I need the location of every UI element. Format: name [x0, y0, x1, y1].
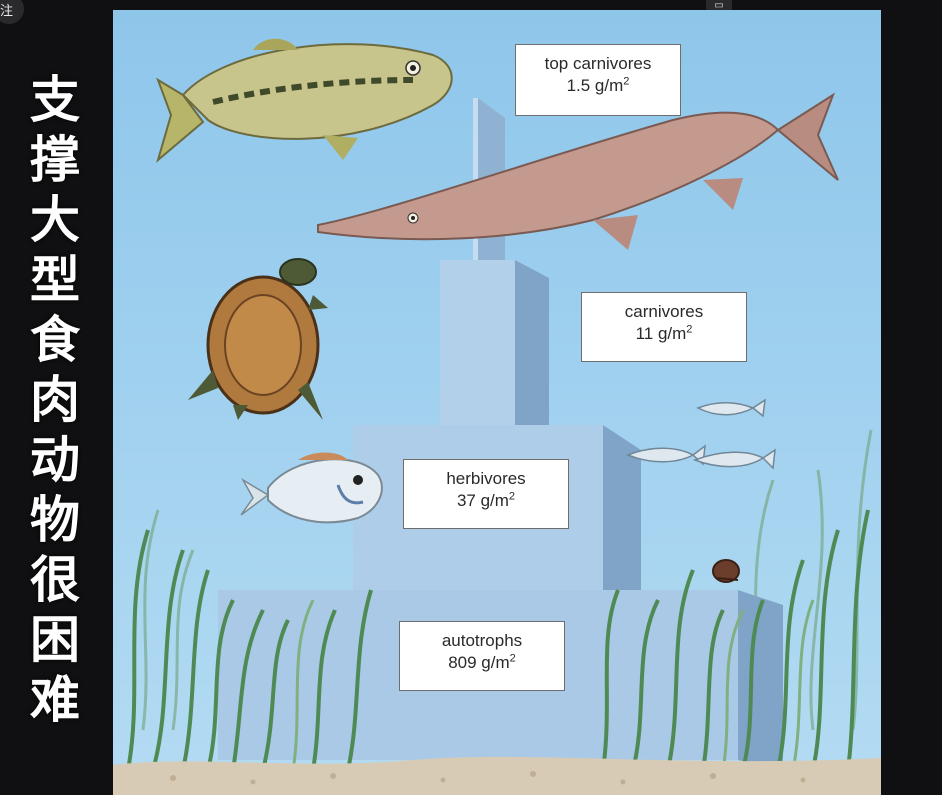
side-title-char: 支 — [30, 71, 80, 129]
snail-illustration — [712, 559, 740, 583]
side-title-char: 撑 — [30, 131, 80, 189]
biomass-pyramid-diagram: top carnivores 1.5 g/m2 carnivores 11 g/… — [113, 10, 881, 795]
level-biomass: 11 g/m2 — [635, 323, 693, 343]
bass-fish-illustration — [156, 38, 453, 163]
side-title-char: 型 — [30, 251, 80, 309]
side-title-char: 肉 — [30, 371, 80, 429]
carnivores-label: carnivores 11 g/m2 — [581, 292, 747, 362]
level-biomass: 37 g/m2 — [456, 490, 516, 510]
side-title-char: 难 — [30, 671, 80, 729]
autotrophs-label: autotrophs 809 g/m2 — [399, 621, 565, 691]
annotation-badge[interactable]: 注 — [0, 0, 24, 24]
side-title-char: 物 — [30, 491, 80, 549]
side-title-char: 困 — [30, 611, 80, 669]
top-carnivores-label: top carnivores 1.5 g/m2 — [515, 44, 681, 116]
level-name: autotrophs — [441, 631, 523, 650]
side-title-char: 大 — [30, 191, 80, 249]
autotrophs-block-side — [738, 590, 783, 770]
slide-viewer: 注 ▭ 支 撑 大 型 食 肉 动 物 很 困 难 top carnivores… — [0, 0, 942, 795]
sunfish-illustration — [240, 452, 383, 524]
herbivores-label: herbivores 37 g/m2 — [403, 459, 569, 529]
carnivores-block-side — [515, 260, 549, 425]
level-name: top carnivores — [544, 54, 652, 73]
side-title: 支 撑 大 型 食 肉 动 物 很 困 难 — [0, 70, 110, 730]
level-name: herbivores — [446, 469, 526, 488]
level-biomass: 809 g/m2 — [448, 652, 516, 672]
turtle-illustration — [188, 258, 328, 420]
side-title-char: 动 — [30, 431, 80, 489]
herbivores-block-side — [603, 425, 641, 590]
level-biomass: 1.5 g/m2 — [566, 75, 630, 95]
carnivores-block-front — [440, 260, 515, 425]
minnows-illustration — [625, 398, 776, 470]
side-title-char: 很 — [30, 551, 80, 609]
level-name: carnivores — [624, 302, 704, 321]
sand-bottom — [113, 756, 881, 795]
side-title-char: 食 — [30, 311, 80, 369]
